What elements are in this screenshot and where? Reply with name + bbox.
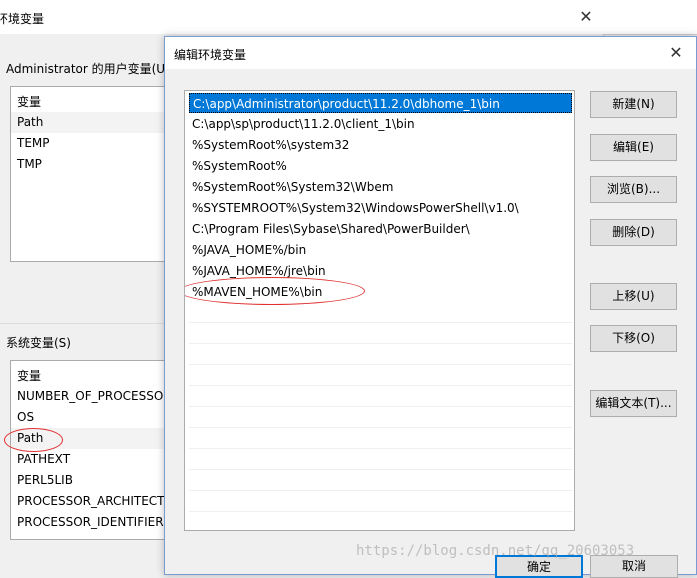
empty-path-slot[interactable] — [189, 429, 572, 449]
empty-path-slot[interactable] — [189, 492, 572, 512]
system-vars-label: 系统变量(S) — [6, 336, 71, 350]
system-var-row[interactable]: PATHEXT — [11, 449, 169, 470]
bg-close-icon[interactable]: ✕ — [575, 6, 597, 28]
path-item[interactable]: %JAVA_HOME%/jre\bin — [189, 261, 572, 281]
move-down-button[interactable]: 下移(O) — [590, 325, 677, 352]
path-list[interactable]: C:\app\Administrator\product\11.2.0\dbho… — [184, 90, 575, 531]
system-var-row[interactable]: PROCESSOR_ARCHITECT... — [11, 491, 169, 512]
new-button[interactable]: 新建(N) — [590, 91, 677, 118]
system-var-row[interactable]: Path — [11, 428, 169, 449]
system-vars-header: 变量 — [17, 369, 42, 383]
empty-path-slot[interactable] — [189, 408, 572, 428]
bg-window-title: 环境变量 — [0, 12, 45, 26]
user-var-row[interactable]: TEMP — [11, 133, 169, 154]
path-item[interactable]: %SystemRoot%\System32\Wbem — [189, 177, 572, 197]
system-var-row[interactable]: PROCESSOR_IDENTIFIER — [11, 512, 169, 533]
section-divider — [0, 323, 164, 324]
empty-path-slot[interactable] — [189, 345, 572, 365]
user-vars-header: 变量 — [17, 95, 42, 109]
path-item[interactable]: C:\app\sp\product\11.2.0\client_1\bin — [189, 114, 572, 134]
dialog-title: 编辑环境变量 — [174, 48, 247, 62]
path-item[interactable]: C:\Program Files\Sybase\Shared\PowerBuil… — [189, 219, 572, 239]
empty-path-slot[interactable] — [189, 387, 572, 407]
edit-env-var-dialog: 编辑环境变量 ✕ C:\app\Administrator\product\11… — [164, 36, 697, 578]
browse-button[interactable]: 浏览(B)... — [590, 176, 677, 203]
user-vars-label: Administrator 的用户变量(U) — [6, 62, 170, 76]
edit-text-button[interactable]: 编辑文本(T)... — [590, 390, 677, 417]
watermark: https://blog.csdn.net/qq_20603053 — [356, 543, 635, 559]
empty-path-slot[interactable] — [189, 471, 572, 491]
system-var-row[interactable]: NUMBER_OF_PROCESSORS — [11, 386, 169, 407]
user-var-row[interactable]: Path — [11, 112, 169, 133]
path-item[interactable]: %SystemRoot%\system32 — [189, 135, 572, 155]
delete-button[interactable]: 删除(D) — [590, 219, 677, 246]
path-item-selected[interactable]: C:\app\Administrator\product\11.2.0\dbho… — [189, 93, 572, 113]
dialog-close-icon[interactable]: ✕ — [665, 42, 687, 64]
path-item[interactable]: %JAVA_HOME%/bin — [189, 240, 572, 260]
system-var-row[interactable]: PERL5LIB — [11, 470, 169, 491]
system-var-row[interactable]: OS — [11, 407, 169, 428]
edit-button[interactable]: 编辑(E) — [590, 134, 677, 161]
system-vars-list[interactable]: 变量 NUMBER_OF_PROCESSORS OS Path PATHEXT … — [10, 360, 170, 540]
empty-path-slot[interactable] — [189, 450, 572, 470]
empty-path-slot[interactable] — [189, 303, 572, 323]
path-item-maven[interactable]: %MAVEN_HOME%\bin — [189, 282, 572, 302]
path-item[interactable]: %SYSTEMROOT%\System32\WindowsPowerShell\… — [189, 198, 572, 218]
user-vars-list[interactable]: 变量 Path TEMP TMP — [10, 86, 170, 262]
bg-title-strip — [604, 0, 697, 35]
path-item[interactable]: %SystemRoot% — [189, 156, 572, 176]
empty-path-slot[interactable] — [189, 366, 572, 386]
empty-path-slot[interactable] — [189, 324, 572, 344]
bg-title-bar: 环境变量 ✕ — [0, 0, 604, 34]
move-up-button[interactable]: 上移(U) — [590, 283, 677, 310]
dialog-title-bar: 编辑环境变量 ✕ — [165, 37, 696, 69]
user-var-row[interactable]: TMP — [11, 154, 169, 175]
